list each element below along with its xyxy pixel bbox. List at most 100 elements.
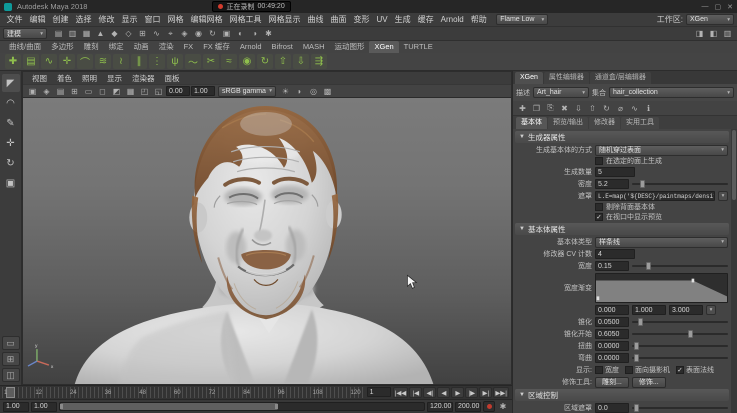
antialias-icon[interactable]: ▩ — [321, 85, 334, 97]
open-scene-icon[interactable]: ▥ — [66, 28, 79, 40]
close-button[interactable]: ✕ — [727, 3, 733, 11]
collection-selector[interactable]: hair_collection ▾ — [609, 87, 734, 98]
new-scene-icon[interactable]: ▤ — [52, 28, 65, 40]
menu-item[interactable]: 创建 — [49, 13, 72, 27]
shelf-tab[interactable]: 绑定 — [104, 41, 129, 53]
taper-field[interactable]: 0.0500 — [595, 317, 629, 327]
save-scene-icon[interactable]: ▦ — [80, 28, 93, 40]
shelf-tab[interactable]: 运动图形 — [329, 41, 369, 53]
step-forward-key-button[interactable]: ▶| — [479, 387, 492, 398]
layout-four-pane-button[interactable]: ⊞ — [2, 352, 20, 366]
shelf-tab[interactable]: Arnold — [235, 41, 267, 53]
xgen-update-preview-icon[interactable]: ↻ — [257, 54, 273, 69]
menu-item[interactable]: 变形 — [350, 13, 373, 27]
xgen-sculpt-guide-icon[interactable]: ⌒ — [77, 54, 93, 69]
width-field[interactable]: 0.15 — [595, 261, 629, 271]
width-ramp-widget[interactable] — [595, 273, 728, 303]
film-gate-icon[interactable]: ▭ — [82, 85, 95, 97]
xgen-length-brush-icon[interactable]: ≀ — [113, 54, 129, 69]
channel-box-toggle-icon[interactable]: ▥ — [721, 28, 734, 40]
region-mask-field[interactable]: 0.0 — [595, 403, 629, 413]
ramp-selected-position-field[interactable]: 0.000 — [595, 305, 629, 315]
xgen-comb-brush-icon[interactable]: ≋ — [95, 54, 111, 69]
xgen-noise-modifier-icon[interactable]: ≈ — [221, 54, 237, 69]
mask-expression-field[interactable]: L.E=map('${DESC}/paintmaps/density') — [595, 191, 715, 201]
shelf-tab[interactable]: 曲线/曲面 — [4, 41, 46, 53]
menu-item[interactable]: 文件 — [3, 13, 26, 27]
description-selector[interactable]: Art_hair ▾ — [533, 87, 589, 98]
panel-menu-item[interactable]: 照明 — [77, 73, 102, 84]
shelf-tab[interactable]: 多边形 — [46, 41, 79, 53]
shelf-tab[interactable]: TURTLE — [399, 41, 438, 53]
snap-curve-icon[interactable]: ∿ — [150, 28, 163, 40]
xgen-add-guide-icon[interactable]: ∿ — [41, 54, 57, 69]
bookmark-icon[interactable]: ▤ — [54, 85, 67, 97]
auto-key-button[interactable] — [483, 401, 495, 412]
safe-title-icon[interactable]: ◱ — [152, 85, 165, 97]
shelf-tab[interactable]: 渲染 — [154, 41, 179, 53]
animation-end-field[interactable]: 200.00 — [455, 402, 481, 412]
xgen-move-guide-icon[interactable]: ✛ — [59, 54, 75, 69]
shadows-icon[interactable]: ◗ — [293, 85, 306, 97]
expression-menu-icon[interactable]: ▾ — [718, 191, 728, 201]
minimize-button[interactable]: — — [702, 3, 709, 11]
menu-item[interactable]: 网格显示 — [265, 13, 304, 27]
menu-item[interactable]: 编辑 — [26, 13, 49, 27]
viewport-canvas[interactable]: x y — [23, 98, 511, 384]
panel-menu-item[interactable]: 显示 — [102, 73, 127, 84]
width-slider[interactable] — [632, 261, 728, 271]
viewport-preview-checkbox[interactable]: ✓ — [595, 213, 603, 221]
render-settings-icon[interactable]: ✱ — [262, 28, 275, 40]
xgen-refresh-preview-icon[interactable]: ↻ — [600, 102, 613, 114]
menu-item[interactable]: 帮助 — [467, 13, 490, 27]
groom-button[interactable]: 修饰... — [632, 377, 666, 388]
menu-item[interactable]: Arnold — [437, 13, 467, 27]
dock-tab[interactable]: XGen — [515, 72, 543, 84]
section-generator-attributes[interactable]: ▼ 生成器属性 — [515, 131, 729, 143]
menu-item[interactable]: 窗口 — [141, 13, 164, 27]
snap-plane-icon[interactable]: ◈ — [178, 28, 191, 40]
render-view-icon[interactable]: ▣ — [220, 28, 233, 40]
playback-end-field[interactable]: 120.00 — [427, 402, 453, 412]
field-chart-icon[interactable]: ▦ — [124, 85, 137, 97]
move-tool[interactable]: ✛ — [2, 134, 20, 152]
preset-dropdown[interactable]: Flame Low ▾ — [496, 14, 548, 25]
menu-item[interactable]: 网格 — [164, 13, 187, 27]
section-primitive-attributes[interactable]: ▼ 基本体属性 — [515, 223, 729, 235]
gamma-field[interactable]: 1.00 — [191, 86, 215, 96]
attribute-editor-toggle-icon[interactable]: ◨ — [693, 28, 706, 40]
density-slider[interactable] — [632, 179, 728, 189]
shelf-tab[interactable]: MASH — [298, 41, 330, 53]
range-slider-handle[interactable] — [60, 403, 278, 410]
taper-start-field[interactable]: 0.6050 — [595, 329, 629, 339]
cv-count-field[interactable]: 4 — [595, 249, 635, 259]
xgen-import-preset-icon[interactable]: ⇩ — [293, 54, 309, 69]
panel-menu-item[interactable]: 面板 — [160, 73, 185, 84]
ramp-selected-value-field[interactable]: 1.000 — [632, 305, 666, 315]
taper-slider[interactable] — [632, 317, 728, 327]
exposure-field[interactable]: 0.00 — [166, 86, 190, 96]
lighting-icon[interactable]: ☀ — [279, 85, 292, 97]
step-back-key-button[interactable]: |◀ — [409, 387, 422, 398]
menu-item[interactable]: 选择 — [72, 13, 95, 27]
display-checkbox[interactable] — [625, 366, 633, 374]
xgen-coil-modifier-icon[interactable]: 〜 — [185, 54, 201, 69]
shelf-tab[interactable]: XGen — [369, 41, 398, 53]
camera-icon[interactable]: ▣ — [26, 85, 39, 97]
ramp-interpolation-field[interactable]: 3.000 — [669, 305, 703, 315]
twist-slider[interactable] — [632, 341, 728, 351]
bend-slider[interactable] — [632, 353, 728, 363]
xgen-info-icon[interactable]: ℹ — [642, 102, 655, 114]
panel-menu-item[interactable]: 视图 — [27, 73, 52, 84]
xgen-export-icon[interactable]: ⇧ — [586, 102, 599, 114]
xgen-clear-preview-icon[interactable]: ⌀ — [614, 102, 627, 114]
menuset-selector[interactable]: 建模 ▾ — [3, 28, 47, 39]
safe-action-icon[interactable]: ◰ — [138, 85, 151, 97]
go-to-end-button[interactable]: ▶▶| — [493, 387, 509, 398]
menu-item[interactable]: 显示 — [118, 13, 141, 27]
menu-item[interactable]: 修改 — [95, 13, 118, 27]
step-back-frame-button[interactable]: ◀| — [423, 387, 436, 398]
menu-item[interactable]: 生成 — [391, 13, 414, 27]
display-checkbox[interactable] — [595, 366, 603, 374]
menu-item[interactable]: 曲线 — [304, 13, 327, 27]
